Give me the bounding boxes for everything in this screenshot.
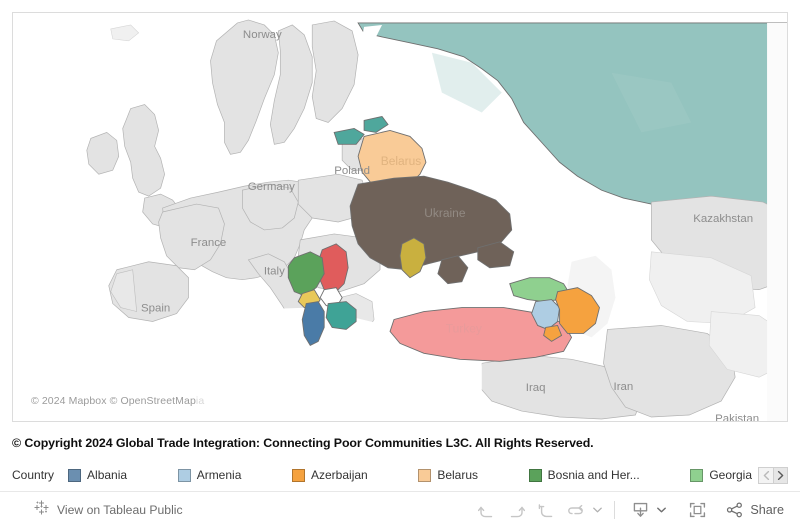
map-country-label: Kazakhstan [693, 213, 753, 225]
legend-item[interactable]: Albania [68, 468, 178, 482]
map-attribution-text: © 2024 Mapbox © OpenStreetMap [31, 395, 196, 407]
toolbar-divider [614, 501, 616, 519]
map-country-label: Italy [264, 266, 285, 278]
share-icon [726, 502, 744, 518]
revert-icon [538, 503, 555, 518]
fullscreen-icon [689, 502, 706, 518]
legend-pager[interactable] [758, 466, 788, 484]
map-country-label: Iraq [526, 382, 546, 394]
revert-button[interactable] [531, 496, 561, 524]
map-highlight-label: Turkey [446, 321, 482, 335]
legend-item[interactable]: Armenia [177, 468, 292, 482]
map-visualization[interactable]: .land { fill:#e3e3e3; stroke:#b3b3b3; st… [0, 0, 800, 432]
undo-icon [477, 503, 495, 518]
download-dropdown-caret[interactable] [655, 496, 668, 524]
refresh-button[interactable] [561, 496, 591, 524]
share-label: Share [750, 503, 784, 517]
map-highlight-label: Ukraine [424, 206, 466, 220]
legend-item[interactable]: Bosnia and Her... [528, 468, 691, 482]
viz-toolbar: View on Tableau Public Share [0, 491, 800, 527]
fullscreen-button[interactable] [682, 496, 712, 524]
chevron-right-icon [777, 470, 784, 480]
legend-item[interactable]: Azerbaijan [292, 468, 418, 482]
legend-item-label: Armenia [196, 468, 242, 482]
legend-swatch [292, 468, 305, 482]
chevron-left-icon [763, 470, 770, 480]
legend-item[interactable]: Belarus [418, 468, 528, 482]
copyright-notice: © Copyright 2024 Global Trade Integratio… [12, 436, 594, 450]
legend-item-label: Bosnia and Her... [547, 468, 640, 482]
legend-title: Country [12, 468, 55, 482]
share-button[interactable]: Share [726, 502, 784, 518]
map-country-label: Pakistan [715, 413, 759, 421]
map-country-label: Iran [614, 381, 634, 393]
legend-swatch [528, 468, 542, 482]
map-canvas[interactable]: .land { fill:#e3e3e3; stroke:#b3b3b3; st… [12, 12, 788, 422]
map-country-label: Spain [141, 303, 170, 315]
map-graphic[interactable]: .land { fill:#e3e3e3; stroke:#b3b3b3; st… [13, 13, 787, 421]
chevron-down-icon [657, 507, 667, 513]
map-country-label: Poland [334, 165, 370, 177]
download-button[interactable] [625, 496, 655, 524]
legend-swatch [68, 468, 82, 482]
legend-item-label: Albania [87, 468, 128, 482]
map-country-label: Norway [243, 29, 282, 41]
legend-item-list: Albania Armenia Azerbaijan Belarus Bosnia an… [68, 468, 752, 482]
map-country-label: Germany [248, 181, 295, 193]
legend-swatch [177, 468, 191, 482]
legend-next-button[interactable] [773, 466, 788, 484]
redo-icon [508, 503, 525, 518]
color-legend: Country Albania Armenia Azerbaijan Belarus B… [12, 462, 788, 488]
map-country-label: France [191, 237, 227, 249]
map-attribution-ghost: ia [195, 395, 205, 407]
legend-swatch [690, 468, 704, 482]
map-highlight-label: Belarus [381, 154, 422, 168]
legend-item-label: Azerbaijan [311, 468, 368, 482]
legend-prev-button[interactable] [758, 466, 773, 484]
undo-button[interactable] [471, 496, 501, 524]
map-attribution: © 2024 Mapbox © OpenStreetMapia [31, 395, 204, 407]
legend-swatch [418, 468, 432, 482]
legend-item[interactable]: Georgia [690, 468, 752, 482]
view-on-tableau-public-link[interactable]: View on Tableau Public [34, 500, 183, 520]
tableau-dashboard: .land { fill:#e3e3e3; stroke:#b3b3b3; st… [0, 0, 800, 527]
toolbar-actions: Share [471, 496, 784, 524]
download-icon [632, 502, 649, 518]
refresh-icon [567, 503, 585, 518]
legend-item-label: Georgia [709, 468, 752, 482]
redo-button[interactable] [501, 496, 531, 524]
tableau-logo-icon [34, 500, 49, 520]
legend-item-label: Belarus [437, 468, 479, 482]
view-on-tableau-public-label: View on Tableau Public [57, 503, 183, 517]
refresh-dropdown-caret[interactable] [591, 496, 604, 524]
chevron-down-icon [593, 507, 603, 513]
